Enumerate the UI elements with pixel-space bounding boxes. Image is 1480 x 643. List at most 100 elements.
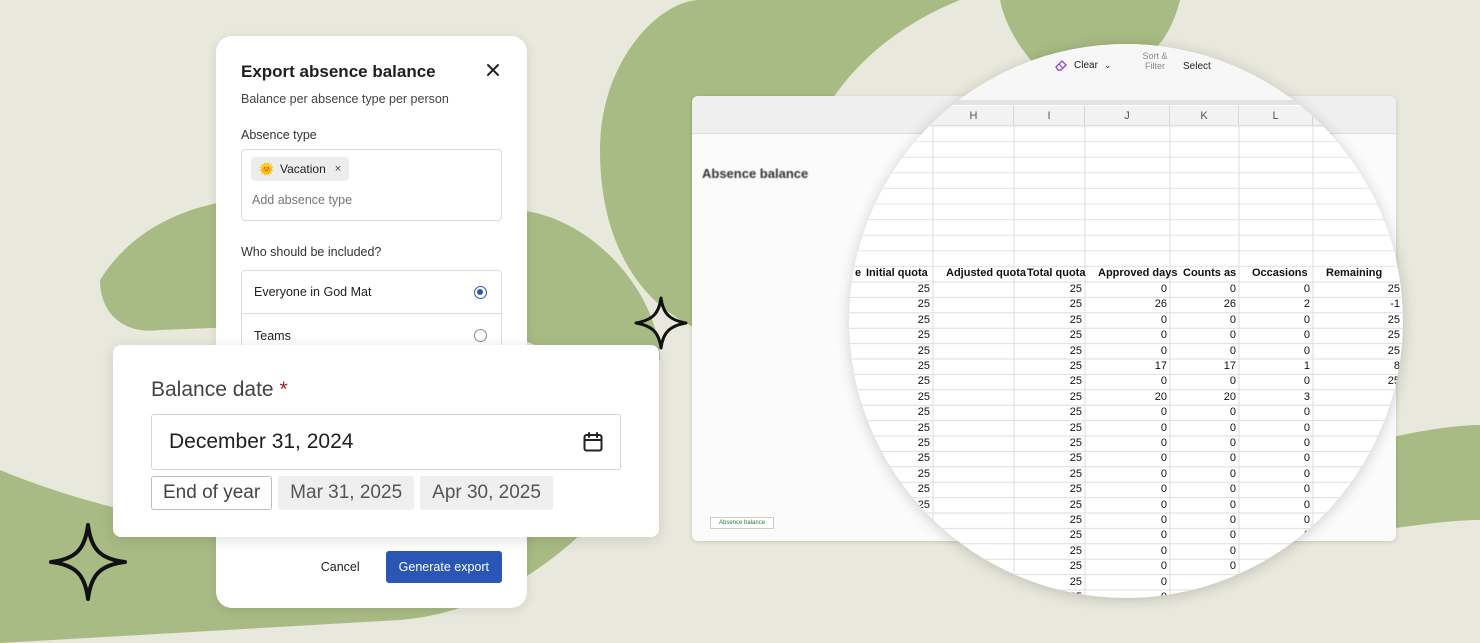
table-cell[interactable]: 0 [1170, 344, 1236, 359]
table-cell[interactable]: 25 [1313, 313, 1400, 328]
table-cell[interactable]: 25 [1313, 344, 1400, 359]
table-header-cell[interactable]: Approved days [1098, 267, 1177, 279]
radio-selected-icon[interactable] [474, 285, 487, 299]
table-cell[interactable]: 25 [853, 374, 930, 389]
table-cell[interactable]: 0 [1170, 575, 1236, 590]
table-cell[interactable]: 0 [1085, 544, 1167, 559]
cancel-button[interactable]: Cancel [321, 560, 360, 574]
table-cell[interactable]: 0 [1239, 344, 1310, 359]
table-cell[interactable]: 0 [1085, 451, 1167, 466]
table-cell[interactable]: 0 [1085, 313, 1167, 328]
table-cell[interactable]: 1 [1239, 359, 1310, 374]
table-cell[interactable]: 0 [1085, 513, 1167, 528]
table-cell[interactable]: 0 [1170, 313, 1236, 328]
table-cell[interactable]: 25 [1014, 344, 1082, 359]
table-cell[interactable]: 0 [1085, 344, 1167, 359]
table-cell[interactable]: 25 [853, 390, 930, 405]
table-cell[interactable]: 25 [1014, 405, 1082, 420]
table-cell[interactable]: 0 [1239, 467, 1310, 482]
table-cell[interactable]: 25 [1313, 282, 1400, 297]
table-cell[interactable]: 0 [1085, 436, 1167, 451]
table-cell[interactable]: 0 [1085, 590, 1167, 598]
table-cell[interactable]: 5 [1313, 390, 1400, 405]
balance-date-input[interactable]: December 31, 2024 [151, 414, 621, 470]
table-cell[interactable]: 25 [1014, 297, 1082, 312]
table-cell[interactable]: 25 [853, 482, 930, 497]
table-cell[interactable]: 17 [1085, 359, 1167, 374]
table-cell[interactable]: 25 [853, 328, 930, 343]
table-cell[interactable]: 5 [853, 513, 930, 528]
table-header-cell[interactable]: Total quota [1027, 267, 1085, 279]
table-cell[interactable]: 0 [1170, 421, 1236, 436]
table-cell[interactable]: 25 [1014, 390, 1082, 405]
table-cell[interactable]: 25 [853, 297, 930, 312]
table-cell[interactable]: 0 [1239, 451, 1310, 466]
table-cell[interactable]: 25 [1313, 328, 1400, 343]
table-cell[interactable]: 25 [1014, 590, 1082, 598]
table-cell[interactable]: 0 [1085, 528, 1167, 543]
table-header-cell[interactable]: Counts as [1183, 267, 1236, 279]
table-cell[interactable]: 25 [1014, 513, 1082, 528]
table-cell[interactable]: 0 [1170, 451, 1236, 466]
table-cell[interactable]: 25 [853, 436, 930, 451]
table-cell[interactable]: 0 [1239, 405, 1310, 420]
table-cell[interactable]: 0 [1170, 528, 1236, 543]
table-cell[interactable]: 25 [1014, 544, 1082, 559]
table-cell[interactable]: 0 [1170, 559, 1236, 574]
table-cell[interactable]: 0 [1239, 436, 1310, 451]
table-cell[interactable]: 25 [1014, 313, 1082, 328]
table-cell[interactable]: 25 [1014, 467, 1082, 482]
table-cell[interactable]: 25 [1014, 328, 1082, 343]
table-cell[interactable]: 25 [1014, 282, 1082, 297]
table-header-cell[interactable]: Initial quota [866, 267, 928, 279]
table-cell[interactable]: 25 [853, 313, 930, 328]
table-cell[interactable]: 0 [1085, 421, 1167, 436]
table-cell[interactable]: 0 [1085, 282, 1167, 297]
table-cell[interactable]: 25 [1014, 374, 1082, 389]
table-cell[interactable]: 25 [853, 405, 930, 420]
absence-chip-vacation[interactable]: 🌞 Vacation × [251, 157, 350, 181]
table-cell[interactable]: 0 [1239, 528, 1310, 543]
table-header-cell[interactable]: Adjusted quota [946, 267, 1026, 279]
table-cell[interactable]: 25 [853, 359, 930, 374]
table-cell[interactable]: 2 [1313, 405, 1400, 420]
chip-remove-icon[interactable]: × [335, 163, 341, 175]
table-cell[interactable]: 0 [1170, 498, 1236, 513]
table-cell[interactable]: 0 [1085, 467, 1167, 482]
sheet-tab[interactable]: Absence balance [710, 517, 775, 529]
table-cell[interactable]: 0 [1170, 544, 1236, 559]
table-cell[interactable]: 0 [1170, 467, 1236, 482]
table-header-cell[interactable]: Remaining [1326, 267, 1382, 279]
table-cell[interactable]: 0 [1239, 374, 1310, 389]
table-cell[interactable]: 25 [1014, 451, 1082, 466]
table-cell[interactable]: 25 [853, 421, 930, 436]
table-cell[interactable]: 25 [1014, 528, 1082, 543]
table-cell[interactable]: 0 [1170, 328, 1236, 343]
table-cell[interactable]: 0 [1085, 328, 1167, 343]
table-cell[interactable]: 25 [853, 451, 930, 466]
table-header-cell[interactable]: Occasions [1252, 267, 1308, 279]
table-cell[interactable]: 25 [1014, 498, 1082, 513]
table-cell[interactable]: 25 [853, 282, 930, 297]
table-cell[interactable]: 25 [853, 344, 930, 359]
table-cell[interactable]: 0 [1170, 513, 1236, 528]
quick-end-of-year[interactable]: End of year [151, 476, 273, 510]
table-cell[interactable]: 25 [1014, 359, 1082, 374]
table-cell[interactable]: 0 [1170, 374, 1236, 389]
table-cell[interactable]: 0 [1239, 482, 1310, 497]
quick-mar-31[interactable]: Mar 31, 2025 [278, 476, 415, 510]
radio-unselected-icon[interactable] [474, 329, 487, 342]
quick-apr-30[interactable]: Apr 30, 2025 [420, 476, 553, 510]
table-cell[interactable]: 0 [1170, 282, 1236, 297]
table-cell[interactable]: 25 [1014, 421, 1082, 436]
table-cell[interactable]: 25 [853, 467, 930, 482]
table-cell[interactable]: 25 [1014, 559, 1082, 574]
close-icon[interactable] [485, 62, 501, 78]
table-cell[interactable]: 25 [1014, 482, 1082, 497]
table-cell[interactable]: 25 [853, 498, 930, 513]
calendar-icon[interactable] [582, 431, 604, 453]
table-cell[interactable]: 0 [1085, 405, 1167, 420]
table-cell[interactable]: 0 [1085, 482, 1167, 497]
table-cell[interactable]: 25 [1014, 575, 1082, 590]
table-cell[interactable]: 0 [1239, 328, 1310, 343]
